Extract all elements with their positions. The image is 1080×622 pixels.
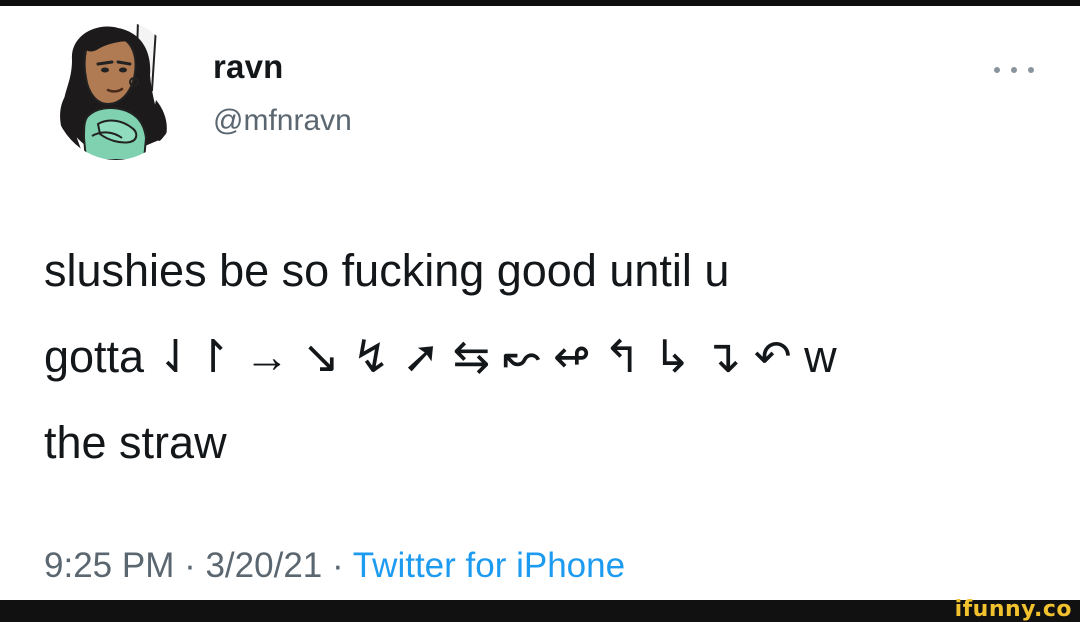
- tweet-meta: 9:25 PM · 3/20/21 · Twitter for iPhone: [44, 546, 625, 586]
- tweet-date[interactable]: 3/20/21: [205, 546, 322, 585]
- tweet-card: ravn @mfnravn slushies be so fucking goo…: [0, 6, 1080, 600]
- dot: [1011, 67, 1017, 73]
- tweet-source-link[interactable]: Twitter for iPhone: [353, 546, 625, 585]
- display-name[interactable]: ravn: [213, 48, 284, 86]
- ifunny-watermark: ifunny.co: [954, 597, 1072, 622]
- cartoon-avatar-icon: [52, 20, 180, 160]
- dot: [1028, 67, 1034, 73]
- tweet-text: slushies be so fucking good until u gott…: [44, 228, 1024, 486]
- dot: [994, 67, 1000, 73]
- meta-separator: ·: [174, 546, 206, 585]
- tweet-text-line: slushies be so fucking good until u: [44, 245, 730, 296]
- user-handle[interactable]: @mfnravn: [213, 104, 352, 138]
- more-options-icon[interactable]: [994, 64, 1034, 76]
- bottom-border: [0, 600, 1080, 622]
- tweet-time[interactable]: 9:25 PM: [44, 546, 174, 585]
- tweet-text-line: gotta ⇃↾ → ↘ ↯ ➚ ⇆ ↜ ↫ ↰ ↳ ↴ ↶ w: [44, 331, 837, 382]
- avatar[interactable]: [52, 20, 180, 160]
- tweet-text-line: the straw: [44, 417, 227, 468]
- meta-separator: ·: [322, 546, 353, 585]
